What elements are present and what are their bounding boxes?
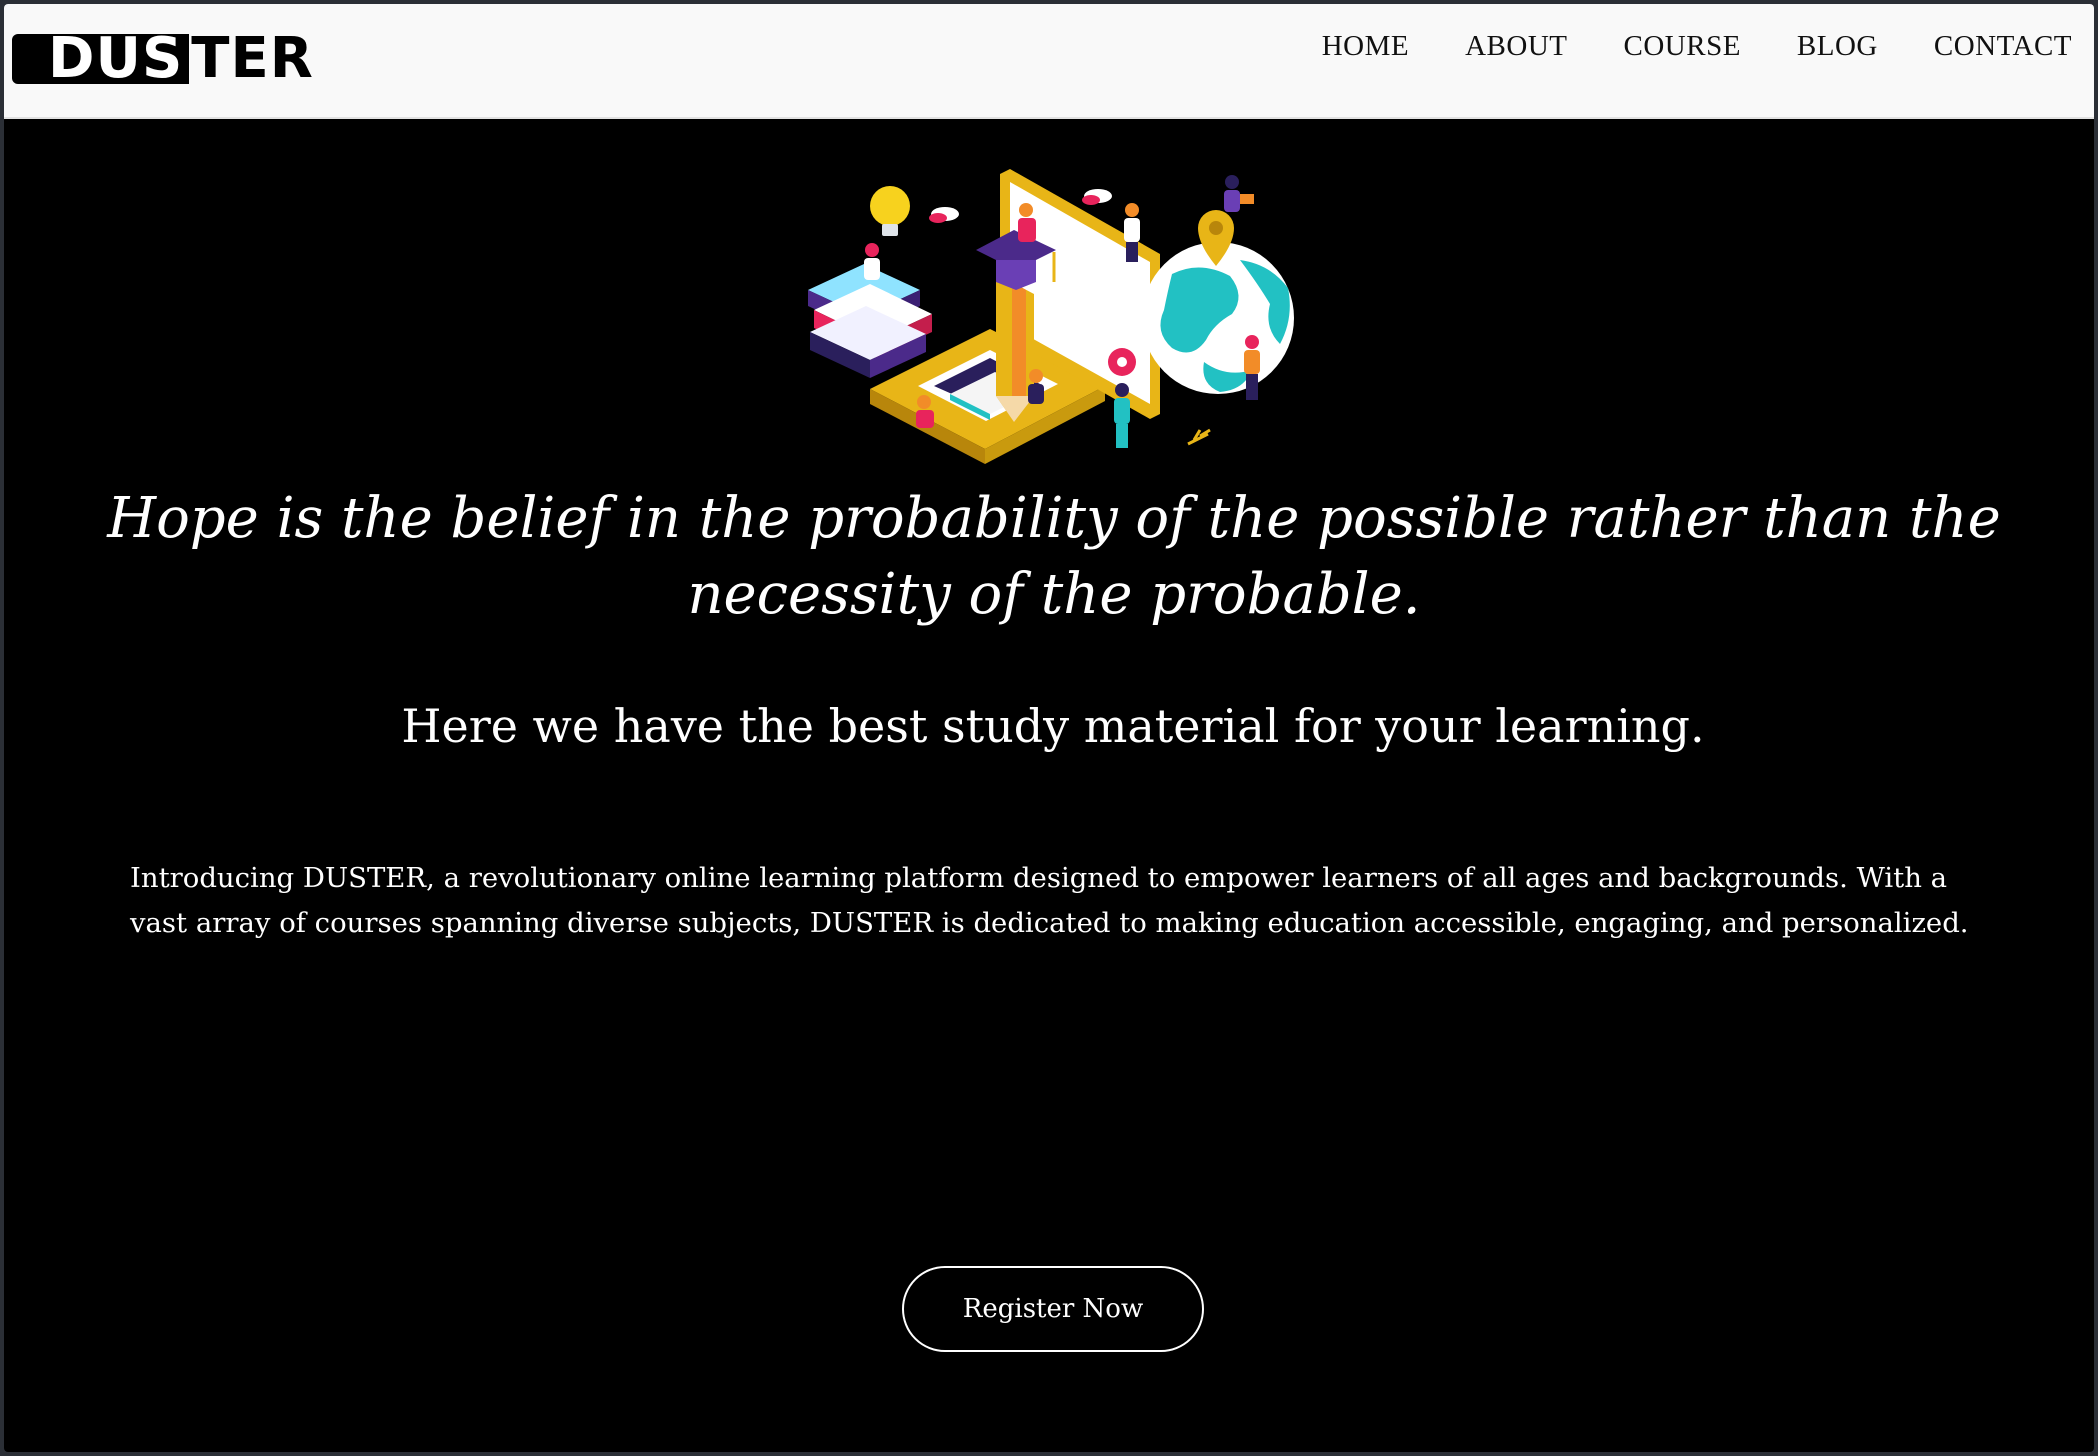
- nav-item-contact: CONTACT: [1934, 30, 2072, 63]
- browser-viewport: DUS TER HOME ABOUT COURSE BLOG CONTACT H…: [4, 4, 2094, 1452]
- nav-link-contact[interactable]: CONTACT: [1934, 30, 2072, 62]
- nav-menu: HOME ABOUT COURSE BLOG CONTACT: [1322, 30, 2072, 63]
- nav-item-about: ABOUT: [1465, 30, 1567, 63]
- nav-item-home: HOME: [1322, 30, 1409, 63]
- navbar: DUS TER HOME ABOUT COURSE BLOG CONTACT: [4, 4, 2094, 119]
- nav-link-about[interactable]: ABOUT: [1465, 30, 1567, 62]
- nav-link-course[interactable]: COURSE: [1624, 30, 1741, 62]
- nav-link-home[interactable]: HOME: [1322, 30, 1409, 62]
- intro-paragraph: Introducing DUSTER, a revolutionary onli…: [130, 862, 1969, 939]
- site-logo[interactable]: DUS TER: [12, 30, 314, 88]
- register-now-button[interactable]: Register Now: [902, 1266, 1204, 1352]
- nav-link-blog[interactable]: BLOG: [1797, 30, 1878, 62]
- hero-subheading: Here we have the best study material for…: [401, 699, 1705, 753]
- nav-item-blog: BLOG: [1797, 30, 1878, 63]
- logo-text-light: TER: [191, 26, 314, 91]
- isometric-learning-illustration-icon: [808, 169, 1294, 464]
- nav-item-course: COURSE: [1624, 30, 1741, 63]
- hero-quote: Hope is the belief in the probability of…: [107, 486, 2001, 627]
- logo-text-dark: DUS: [12, 31, 190, 87]
